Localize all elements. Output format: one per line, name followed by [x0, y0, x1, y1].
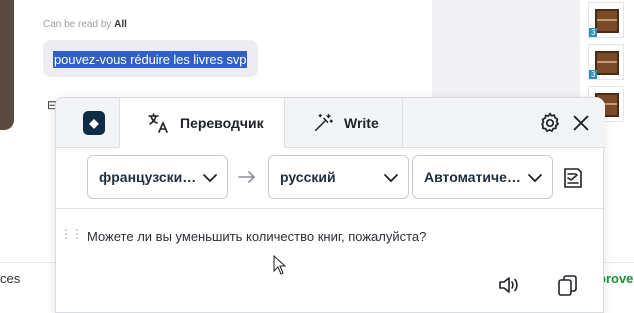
translate-icon [148, 112, 168, 133]
translator-panel: ◆ Переводчик Write французски… русский А… [55, 97, 605, 313]
product-thumbnail[interactable]: 3 [588, 2, 624, 38]
mouse-cursor-icon [273, 255, 287, 275]
chevron-down-icon [203, 174, 217, 183]
drag-handle-icon[interactable]: ⋮⋮ [60, 227, 83, 241]
target-language-select[interactable]: русский [268, 155, 409, 199]
formality-select[interactable]: Автоматиче… [412, 155, 553, 199]
tab-translator[interactable]: Переводчик [119, 98, 285, 148]
thumbnail-badge: 3 [589, 28, 598, 37]
translated-text: Можете ли вы уменьшить количество книг, … [87, 229, 427, 244]
formality-value: Автоматиче… [424, 169, 521, 185]
thumbnail-badge: 3 [589, 70, 598, 79]
gear-icon[interactable] [538, 111, 562, 135]
product-thumbnail[interactable]: 3 [588, 44, 624, 80]
can-read-audience: All [114, 19, 127, 30]
magic-wand-icon [314, 114, 333, 132]
arrow-right-icon [238, 171, 256, 183]
bookshelf-image [595, 51, 619, 75]
translator-tabbar: ◆ Переводчик Write [56, 98, 605, 148]
read-permission-label: Can be read by All [43, 19, 127, 30]
glossary-icon[interactable] [561, 166, 585, 190]
chevron-down-icon [528, 174, 542, 183]
tab-write-label: Write [344, 115, 379, 131]
chevron-down-icon [384, 174, 398, 183]
tab-translator-label: Переводчик [180, 114, 264, 131]
tab-write[interactable]: Write [285, 98, 403, 148]
source-language-value: французски… [99, 169, 197, 185]
speaker-icon[interactable] [497, 274, 521, 296]
target-language-value: русский [280, 169, 336, 185]
selected-message-text[interactable]: pouvez-vous réduire les livres svp [53, 51, 248, 68]
close-icon[interactable] [570, 112, 592, 134]
product-image-edge [0, 0, 14, 130]
source-language-select[interactable]: французски… [87, 155, 228, 199]
language-row: французски… русский Автоматиче… [56, 148, 605, 209]
bookshelf-image [595, 9, 619, 33]
deepl-logo-icon: ◆ [83, 111, 105, 135]
left-fragment-text: ces [0, 271, 21, 286]
copy-icon[interactable] [556, 273, 580, 297]
can-read-prefix: Can be read by [43, 19, 112, 30]
